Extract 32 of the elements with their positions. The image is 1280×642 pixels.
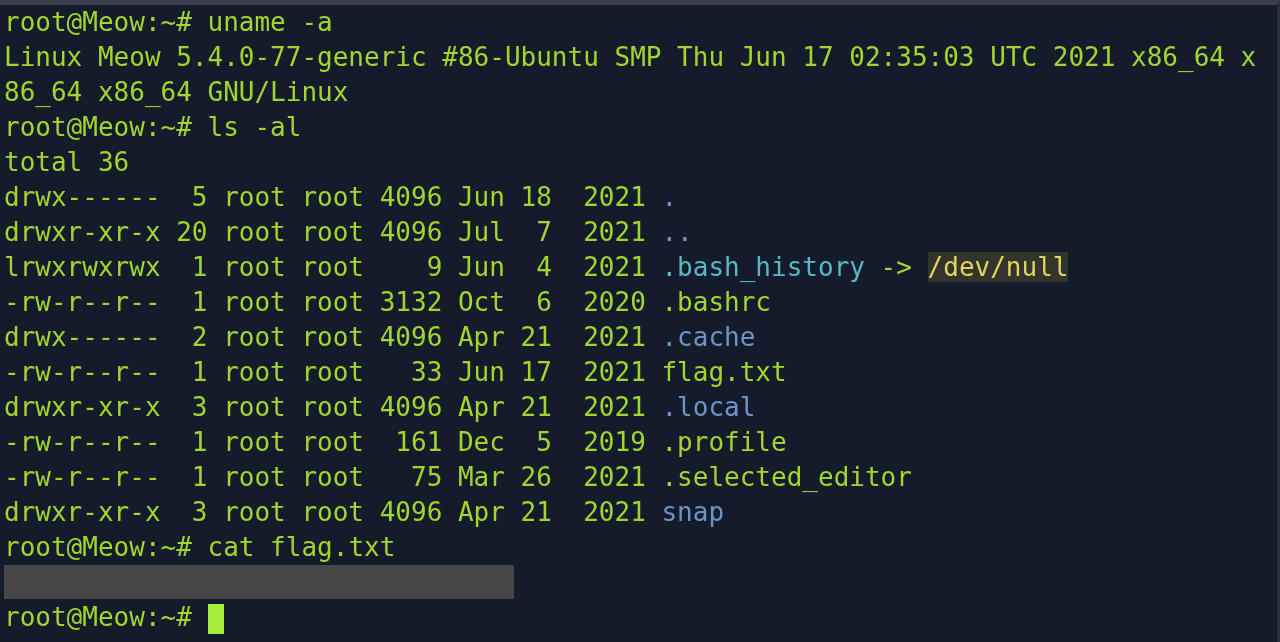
file-details: drwxr-xr-x 3 root root 4096 Apr 21 2021	[4, 497, 646, 527]
file-name: .cache	[661, 322, 756, 352]
prompt-text: root@Meow:~#	[4, 7, 192, 37]
file-details: -rw-r--r-- 1 root root 33 Jun 17 2021	[4, 357, 646, 387]
command-text: cat flag.txt	[207, 532, 396, 562]
file-details: -rw-r--r-- 1 root root 75 Mar 26 2021	[4, 462, 646, 492]
file-name: .	[661, 182, 678, 212]
file-name: .local	[661, 392, 756, 422]
prompt-text: root@Meow:~#	[4, 532, 192, 562]
file-name: .profile	[661, 427, 787, 457]
file-name: ..	[661, 217, 693, 247]
file-details: drwxr-xr-x 3 root root 4096 Apr 21 2021	[4, 392, 646, 422]
file-details: drwx------ 5 root root 4096 Jun 18 2021	[4, 182, 646, 212]
file-details: -rw-r--r-- 1 root root 3132 Oct 6 2020	[4, 287, 646, 317]
file-name: snap	[661, 497, 725, 527]
file-name: .bash_history	[661, 252, 865, 282]
command-text: uname -a	[207, 7, 333, 37]
prompt-text: root@Meow:~#	[4, 602, 192, 632]
output-text: total 36	[4, 147, 130, 177]
file-details: lrwxrwxrwx 1 root root 9 Jun 4 2021	[4, 252, 646, 282]
file-details: -rw-r--r-- 1 root root 161 Dec 5 2019	[4, 427, 646, 457]
file-name: .bashrc	[661, 287, 772, 317]
command-text: ls -al	[207, 112, 302, 142]
file-details: drwxr-xr-x 20 root root 4096 Jul 7 2021	[4, 217, 646, 247]
prompt-text: root@Meow:~#	[4, 112, 192, 142]
file-name: .selected_editor	[661, 462, 912, 492]
file-name: flag.txt	[661, 357, 787, 387]
output-text: Linux Meow 5.4.0-77-generic #86-Ubuntu SMP Thu Jun 17 02:35:03 UTC 2021 x86_64 x	[4, 42, 1257, 72]
output-text: 86_64 x86_64 GNU/Linux	[4, 77, 349, 107]
link-arrow: ->	[880, 252, 912, 282]
link-target: /dev/null	[927, 252, 1069, 282]
file-details: drwx------ 2 root root 4096 Apr 21 2021	[4, 322, 646, 352]
